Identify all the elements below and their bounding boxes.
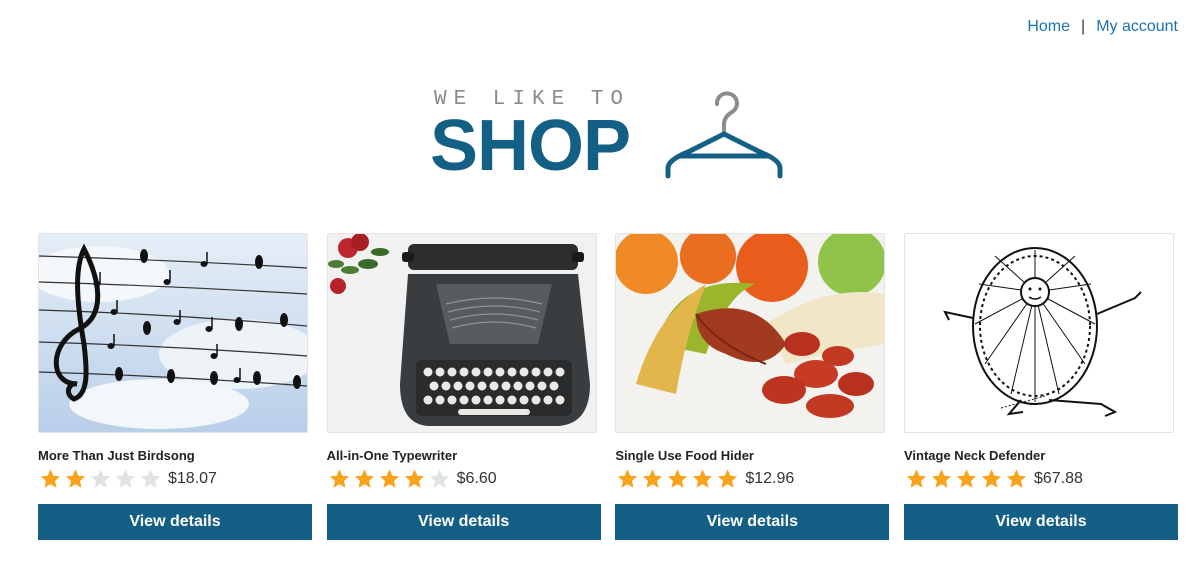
banana-sausage-image — [616, 234, 885, 432]
star-filled-icon — [693, 469, 713, 488]
product-grid: More Than Just Birdsong $18.07 View deta… — [38, 233, 1178, 540]
product-rating-row: $12.96 — [615, 465, 889, 493]
product-title[interactable]: Vintage Neck Defender — [904, 448, 1178, 464]
star-rating — [615, 468, 740, 490]
product-image[interactable] — [903, 233, 1174, 433]
product-image[interactable] — [326, 233, 597, 433]
product-title[interactable]: All-in-One Typewriter — [327, 448, 601, 464]
star-filled-icon — [40, 469, 61, 488]
star-rating — [904, 468, 1029, 490]
birds-on-wires-image — [39, 234, 307, 432]
product-rating-row: $67.88 — [904, 465, 1178, 493]
product-price: $12.96 — [745, 470, 795, 487]
star-empty-icon — [429, 469, 449, 488]
product-rating-row: $6.60 — [327, 465, 601, 493]
product-price: $6.60 — [456, 470, 497, 487]
star-empty-icon — [140, 469, 161, 488]
nav-separator: | — [1081, 18, 1086, 35]
view-details-button[interactable]: View details — [326, 504, 601, 540]
product-image[interactable] — [38, 233, 308, 433]
my-account-link[interactable]: My account — [1096, 18, 1178, 36]
star-rating — [327, 468, 452, 490]
vintage-collar-illustration — [904, 234, 1173, 432]
star-filled-icon — [668, 469, 688, 488]
star-filled-icon — [931, 469, 952, 488]
product-price: $18.07 — [168, 470, 217, 487]
star-filled-icon — [906, 469, 927, 488]
star-filled-icon — [718, 469, 738, 488]
product-image[interactable] — [615, 233, 886, 433]
star-filled-icon — [354, 469, 374, 488]
product-card: Vintage Neck Defender $67.88 View detail… — [903, 233, 1178, 540]
star-filled-icon — [618, 469, 638, 488]
product-rating-row: $18.07 — [38, 465, 312, 493]
star-filled-icon — [329, 469, 349, 488]
site-logo[interactable]: WE LIKE TO SHOP — [430, 86, 790, 186]
star-rating — [38, 468, 163, 490]
star-filled-icon — [65, 469, 86, 488]
star-filled-icon — [379, 469, 399, 488]
star-filled-icon — [1006, 469, 1027, 488]
view-details-button[interactable]: View details — [38, 504, 312, 540]
hanger-icon — [665, 91, 783, 179]
product-price: $67.88 — [1033, 470, 1083, 487]
product-card: Single Use Food Hider $12.96 View detail… — [615, 233, 890, 540]
view-details-button[interactable]: View details — [615, 504, 890, 540]
star-filled-icon — [643, 469, 663, 488]
star-filled-icon — [404, 469, 424, 488]
product-card: More Than Just Birdsong $18.07 View deta… — [38, 233, 312, 540]
view-details-button[interactable]: View details — [903, 504, 1178, 540]
star-filled-icon — [956, 469, 977, 488]
home-link[interactable]: Home — [1027, 18, 1070, 36]
top-nav: Home | My account — [1027, 18, 1178, 36]
typewriter-image — [327, 234, 596, 432]
logo-word: SHOP — [430, 106, 631, 186]
product-card: All-in-One Typewriter $6.60 View details — [326, 233, 601, 540]
star-filled-icon — [981, 469, 1002, 488]
product-title[interactable]: Single Use Food Hider — [615, 448, 889, 464]
star-empty-icon — [90, 469, 111, 488]
product-title[interactable]: More Than Just Birdsong — [38, 448, 312, 464]
star-empty-icon — [115, 469, 136, 488]
